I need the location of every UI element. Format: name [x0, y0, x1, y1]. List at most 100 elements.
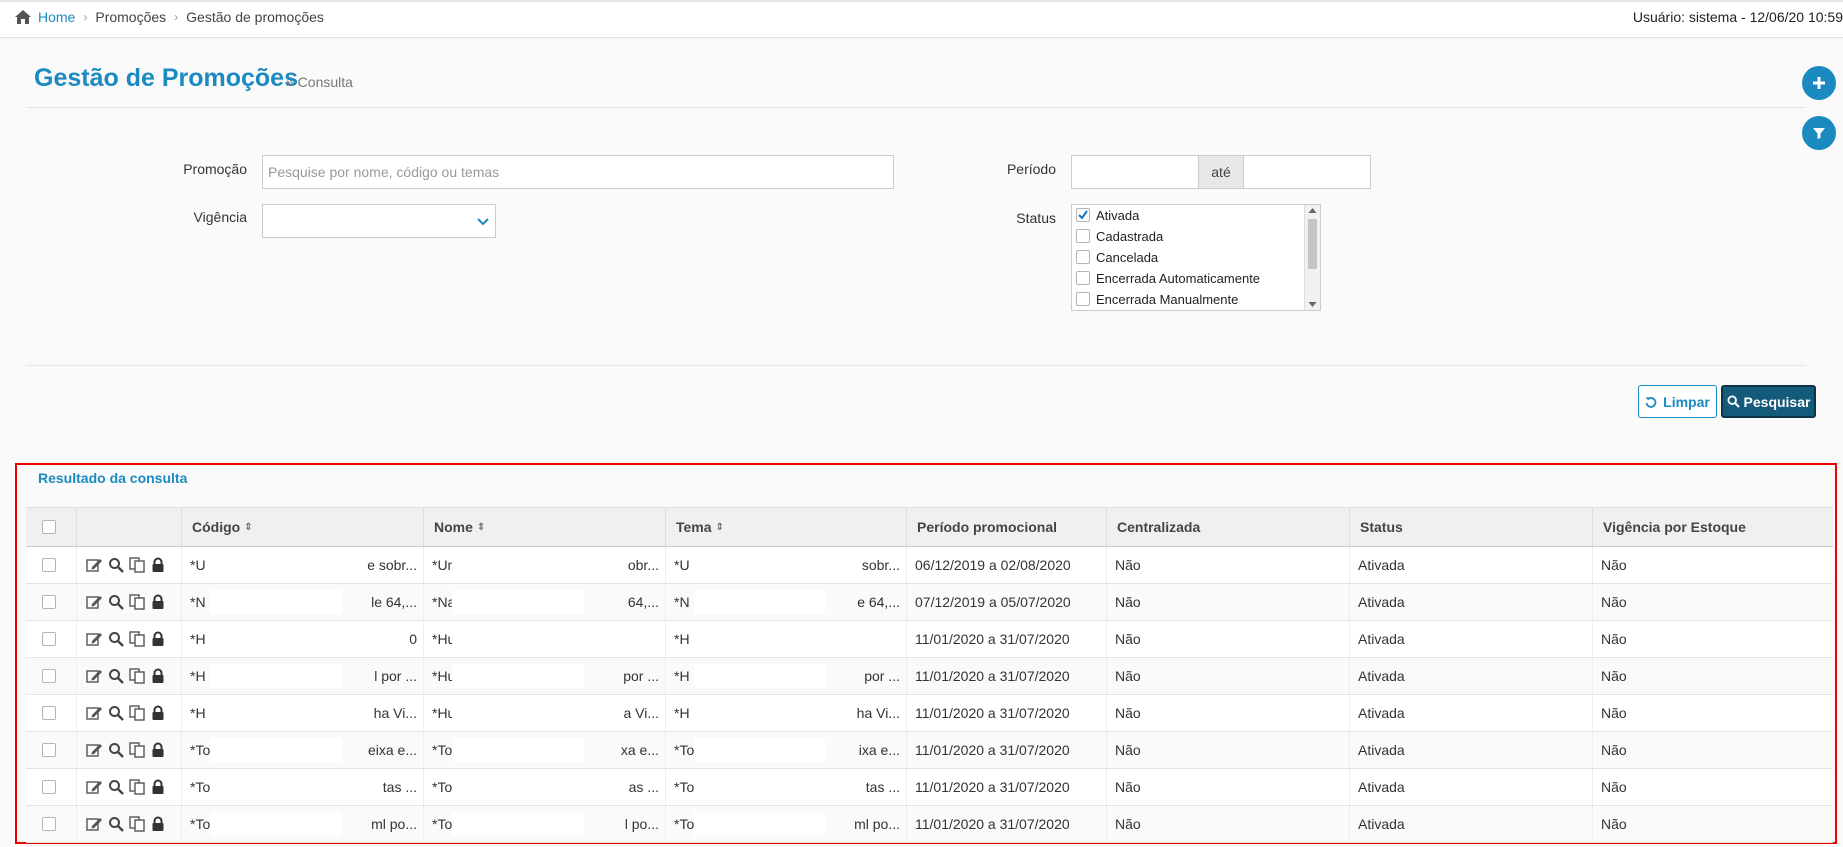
copy-icon[interactable]	[129, 742, 146, 758]
home-icon[interactable]	[14, 9, 32, 25]
limpar-label: Limpar	[1663, 393, 1710, 410]
column-nome[interactable]: Nome ⇕	[423, 508, 665, 546]
pesquisar-button[interactable]: Pesquisar	[1721, 385, 1816, 418]
lock-icon[interactable]	[151, 631, 165, 647]
row-checkbox[interactable]	[42, 595, 56, 609]
copy-icon[interactable]	[129, 557, 146, 573]
cell-text-start: *H	[190, 705, 206, 721]
table-row[interactable]: *To ml po... *Toc l po... *To ml po... 11/01/2…	[26, 806, 1833, 843]
table-row[interactable]: *H 0 *Hu *H 11/01/2020 a 31/07/2020 Não Ativad…	[26, 621, 1833, 658]
checkbox[interactable]	[1076, 229, 1090, 243]
status-option-ativada[interactable]: Ativada	[1076, 205, 1139, 225]
edit-icon[interactable]	[86, 779, 103, 795]
checkbox[interactable]	[1076, 208, 1090, 222]
edit-icon[interactable]	[86, 816, 103, 832]
row-checkbox[interactable]	[42, 706, 56, 720]
sort-icon[interactable]: ⇕	[244, 522, 252, 533]
filter-button[interactable]	[1802, 116, 1836, 150]
copy-icon[interactable]	[129, 594, 146, 610]
row-actions	[77, 779, 165, 795]
redaction	[694, 775, 825, 799]
status-option-encerrada-manual[interactable]: Encerrada Manualmente	[1076, 289, 1238, 309]
scroll-up-icon[interactable]	[1308, 207, 1317, 214]
promocao-search-input[interactable]	[262, 155, 894, 189]
view-icon[interactable]	[108, 705, 124, 721]
row-actions-cell	[76, 769, 181, 805]
view-icon[interactable]	[108, 557, 124, 573]
row-checkbox[interactable]	[42, 632, 56, 646]
status-option-cadastrada[interactable]: Cadastrada	[1076, 226, 1163, 246]
copy-icon[interactable]	[129, 631, 146, 647]
cell-periodo: 11/01/2020 a 31/07/2020	[906, 769, 1106, 805]
view-icon[interactable]	[108, 742, 124, 758]
lock-icon[interactable]	[151, 557, 165, 573]
column-codigo[interactable]: Código ⇕	[181, 508, 423, 546]
row-checkbox[interactable]	[42, 669, 56, 683]
redaction	[452, 701, 584, 725]
scroll-thumb[interactable]	[1308, 219, 1317, 269]
add-promotion-button[interactable]	[1802, 66, 1836, 100]
cell-text-end: ixa e...	[858, 742, 900, 758]
edit-icon[interactable]	[86, 557, 103, 573]
sort-icon[interactable]: ⇕	[716, 522, 724, 533]
status-scrollbar[interactable]	[1304, 205, 1320, 310]
column-tema[interactable]: Tema ⇕	[665, 508, 906, 546]
row-select-cell	[26, 806, 76, 842]
lock-icon[interactable]	[151, 594, 165, 610]
checkbox[interactable]	[1076, 271, 1090, 285]
select-all-checkbox[interactable]	[42, 520, 56, 534]
sort-icon[interactable]: ⇕	[477, 522, 485, 533]
row-checkbox[interactable]	[42, 558, 56, 572]
breadcrumb-separator: ›	[174, 10, 179, 24]
table-row[interactable]: *H ha Vi... *Hu a Vi... *H ha Vi... 11/01/2020…	[26, 695, 1833, 732]
table-row[interactable]: *To tas ... *Toc as ... *To tas ... 11/01/2020…	[26, 769, 1833, 806]
view-icon[interactable]	[108, 631, 124, 647]
cell-text-start: *To	[190, 816, 211, 832]
lock-icon[interactable]	[151, 779, 165, 795]
periodo-start-input[interactable]	[1071, 155, 1199, 189]
row-checkbox[interactable]	[42, 743, 56, 757]
view-icon[interactable]	[108, 594, 124, 610]
copy-icon[interactable]	[129, 705, 146, 721]
edit-icon[interactable]	[86, 631, 103, 647]
edit-icon[interactable]	[86, 668, 103, 684]
table-row[interactable]: *U e sobr... *Un obr... *U sobr... 06/12/2019 …	[26, 547, 1833, 584]
table-row[interactable]: *To eixa e... *Toc xa e... *To ixa e... 11/01/…	[26, 732, 1833, 769]
row-checkbox[interactable]	[42, 817, 56, 831]
actions-header	[76, 508, 181, 546]
breadcrumb-home[interactable]: Home	[38, 9, 75, 25]
cell-nome: *Hu a Vi...	[423, 695, 665, 731]
status-multiselect[interactable]: Ativada Cadastrada Cancelada Encerrada A…	[1071, 204, 1321, 311]
view-icon[interactable]	[108, 779, 124, 795]
status-option-encerrada-auto[interactable]: Encerrada Automaticamente	[1076, 268, 1260, 288]
edit-icon[interactable]	[86, 594, 103, 610]
vigencia-select[interactable]	[262, 204, 496, 238]
row-checkbox[interactable]	[42, 780, 56, 794]
scroll-down-icon[interactable]	[1308, 301, 1317, 308]
edit-icon[interactable]	[86, 705, 103, 721]
table-row[interactable]: *N le 64,... *Na 64,... *N e 64,... 07/12/2019…	[26, 584, 1833, 621]
lock-icon[interactable]	[151, 668, 165, 684]
copy-icon[interactable]	[129, 779, 146, 795]
lock-icon[interactable]	[151, 705, 165, 721]
view-icon[interactable]	[108, 668, 124, 684]
filter-icon	[1813, 128, 1825, 139]
table-row[interactable]: *H l por ... *Hu por ... *H por ... 11/01/2020…	[26, 658, 1833, 695]
edit-icon[interactable]	[86, 742, 103, 758]
cell-tema: *N e 64,...	[665, 584, 906, 620]
cell-status: Ativada	[1349, 547, 1592, 583]
breadcrumb-promocoes[interactable]: Promoções	[95, 9, 166, 25]
lock-icon[interactable]	[151, 742, 165, 758]
copy-icon[interactable]	[129, 816, 146, 832]
checkbox[interactable]	[1076, 250, 1090, 264]
view-icon[interactable]	[108, 816, 124, 832]
periodo-end-input[interactable]	[1243, 155, 1371, 189]
cell-centralizada: Não	[1106, 769, 1349, 805]
cell-text-end: ml po...	[371, 816, 417, 832]
checkbox[interactable]	[1076, 292, 1090, 306]
cell-text-end: sobr...	[861, 557, 900, 573]
lock-icon[interactable]	[151, 816, 165, 832]
limpar-button[interactable]: Limpar	[1638, 385, 1717, 418]
status-option-cancelada[interactable]: Cancelada	[1076, 247, 1158, 267]
copy-icon[interactable]	[129, 668, 146, 684]
